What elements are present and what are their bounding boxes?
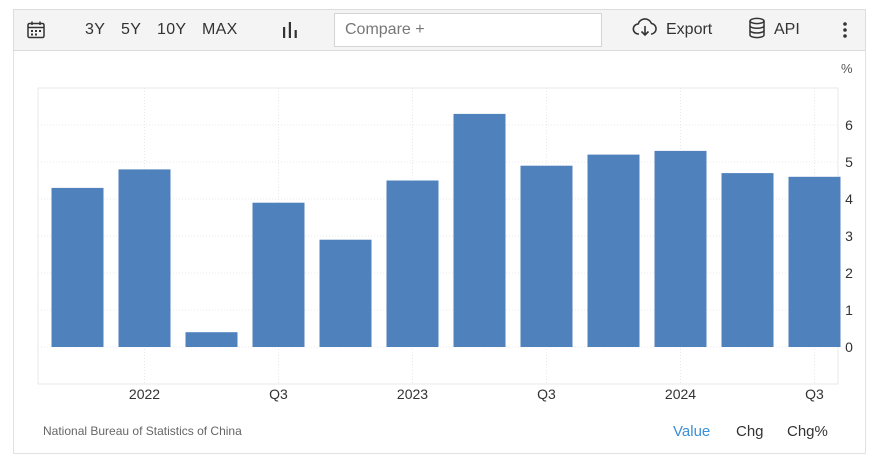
x-tick-label: 2023	[397, 386, 428, 402]
y-tick-label: 1	[845, 302, 853, 318]
x-tick-label: 2024	[665, 386, 696, 402]
bar[interactable]	[319, 239, 372, 347]
bar[interactable]	[51, 187, 104, 347]
bar[interactable]	[453, 113, 506, 348]
mode-chg-percent-button[interactable]: Chg%	[787, 423, 828, 440]
x-tick-label: Q3	[537, 386, 556, 402]
mode-value-button[interactable]: Value	[673, 423, 710, 440]
bar[interactable]	[185, 332, 238, 347]
bar[interactable]	[118, 169, 171, 347]
bar[interactable]	[721, 173, 774, 347]
mode-chg-button[interactable]: Chg	[736, 423, 764, 440]
y-tick-label: 4	[845, 191, 853, 207]
bar[interactable]	[520, 165, 573, 347]
x-tick-label: 2022	[129, 386, 160, 402]
y-tick-label: 3	[845, 228, 853, 244]
y-tick-label: 5	[845, 154, 853, 170]
bar[interactable]	[252, 202, 305, 347]
bar[interactable]	[386, 180, 439, 348]
bar[interactable]	[587, 154, 640, 347]
y-tick-label: 6	[845, 117, 853, 133]
source-label: National Bureau of Statistics of China	[43, 424, 242, 438]
x-tick-label: Q3	[269, 386, 288, 402]
bar-chart: 0 1 2 3 4 5 6 2022 Q3 2023 Q3 2024 Q3	[37, 87, 853, 402]
x-tick-label: Q3	[805, 386, 824, 402]
bar[interactable]	[654, 150, 707, 347]
bar[interactable]	[788, 176, 841, 347]
y-tick-label: 0	[845, 339, 853, 355]
y-tick-label: 2	[845, 265, 853, 281]
